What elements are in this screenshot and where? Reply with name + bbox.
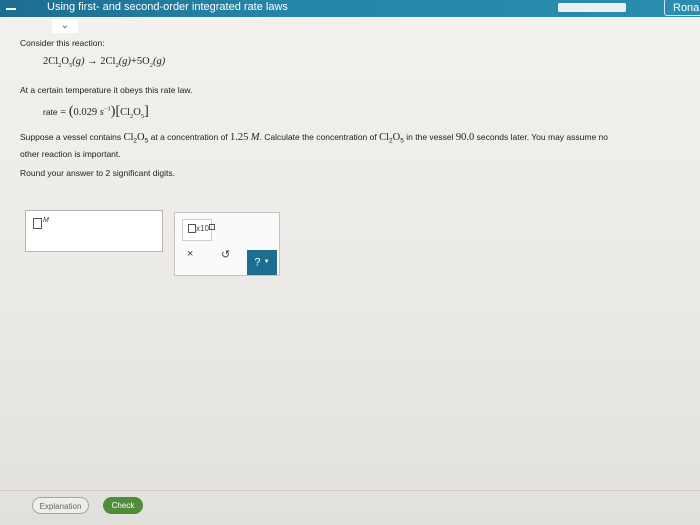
problem-o: O [137, 132, 145, 143]
product2-state: (g) [152, 56, 166, 67]
rate-conc-species: Cl [120, 107, 131, 118]
scientific-notation-icon: x10 [188, 224, 215, 234]
problem-species-2: Cl [379, 132, 390, 143]
product1-state: (g) [118, 56, 131, 67]
problem-statement: Suppose a vessel contains Cl2O5 at a con… [20, 131, 680, 160]
problem-part5: seconds later. You may assume no [476, 132, 608, 142]
question-panel: ⌄ Consider this reaction: 2Cl2O5(g) → 2C… [0, 17, 700, 525]
reaction-equation: 2Cl2O5(g) → 2Cl2(g)+5O2(g) [43, 56, 165, 69]
problem-sub2-2: 5 [400, 137, 404, 145]
initial-concentration: 1.25 [230, 132, 249, 143]
user-name-button[interactable]: Ronal [664, 0, 700, 16]
reaction-arrow: → [87, 56, 98, 67]
problem-line2: other reaction is important. [20, 148, 121, 159]
reactant: 2Cl [43, 56, 59, 67]
rate-equals: = [60, 107, 67, 118]
explanation-button[interactable]: Explanation [32, 497, 89, 514]
undo-icon[interactable]: ↺ [221, 248, 230, 261]
check-button[interactable]: Check [103, 497, 143, 514]
answer-unit: M [43, 217, 49, 224]
top-bar: Using first- and second-order integrated… [0, 0, 700, 17]
help-button[interactable]: ? ▼ [247, 250, 277, 275]
progress-bar [558, 3, 626, 12]
answer-input[interactable]: M [25, 210, 163, 252]
concentration-unit: M [250, 132, 260, 143]
product1: 2Cl [100, 56, 116, 67]
problem-part2: at a concentration of [150, 132, 228, 142]
progress-fill [558, 3, 626, 12]
problem-part3: . Calculate the concentration of [259, 132, 377, 142]
rate-lhs: rate [43, 107, 58, 117]
input-placeholder-box [33, 218, 42, 229]
problem-sub2: 5 [144, 137, 149, 145]
product2: 5O [136, 56, 150, 67]
intro-text: Consider this reaction: [20, 38, 105, 48]
help-icon: ? [254, 256, 261, 269]
collapse-chevron-icon[interactable]: ⌄ [52, 19, 78, 33]
sci-notation-label: x10 [196, 224, 209, 233]
rate-conc-o: O [133, 107, 141, 118]
rate-law-intro: At a certain temperature it obeys this r… [20, 85, 193, 95]
elapsed-time: 90.0 [455, 132, 475, 143]
menu-icon[interactable] [6, 8, 16, 10]
math-tool-panel: x10 × ↺ ? ▼ [174, 212, 280, 276]
problem-species: Cl [123, 132, 134, 143]
problem-part1: Suppose a vessel contains [20, 132, 122, 142]
rounding-instruction: Round your answer to 2 significant digit… [20, 168, 175, 178]
help-caret-icon: ▼ [263, 259, 270, 265]
reactant-state: (g) [72, 56, 85, 67]
topic-title: Using first- and second-order integrated… [47, 1, 288, 13]
rate-law: rate = (0.029 s−1)[Cl2O5] [43, 104, 149, 121]
rate-constant: 0.029 [73, 107, 98, 118]
rate-constant-exp: −1 [103, 105, 111, 113]
problem-part4: in the vessel [406, 132, 454, 142]
clear-icon[interactable]: × [187, 248, 193, 260]
bottom-divider [0, 490, 700, 491]
reactant-o: O [61, 56, 70, 67]
